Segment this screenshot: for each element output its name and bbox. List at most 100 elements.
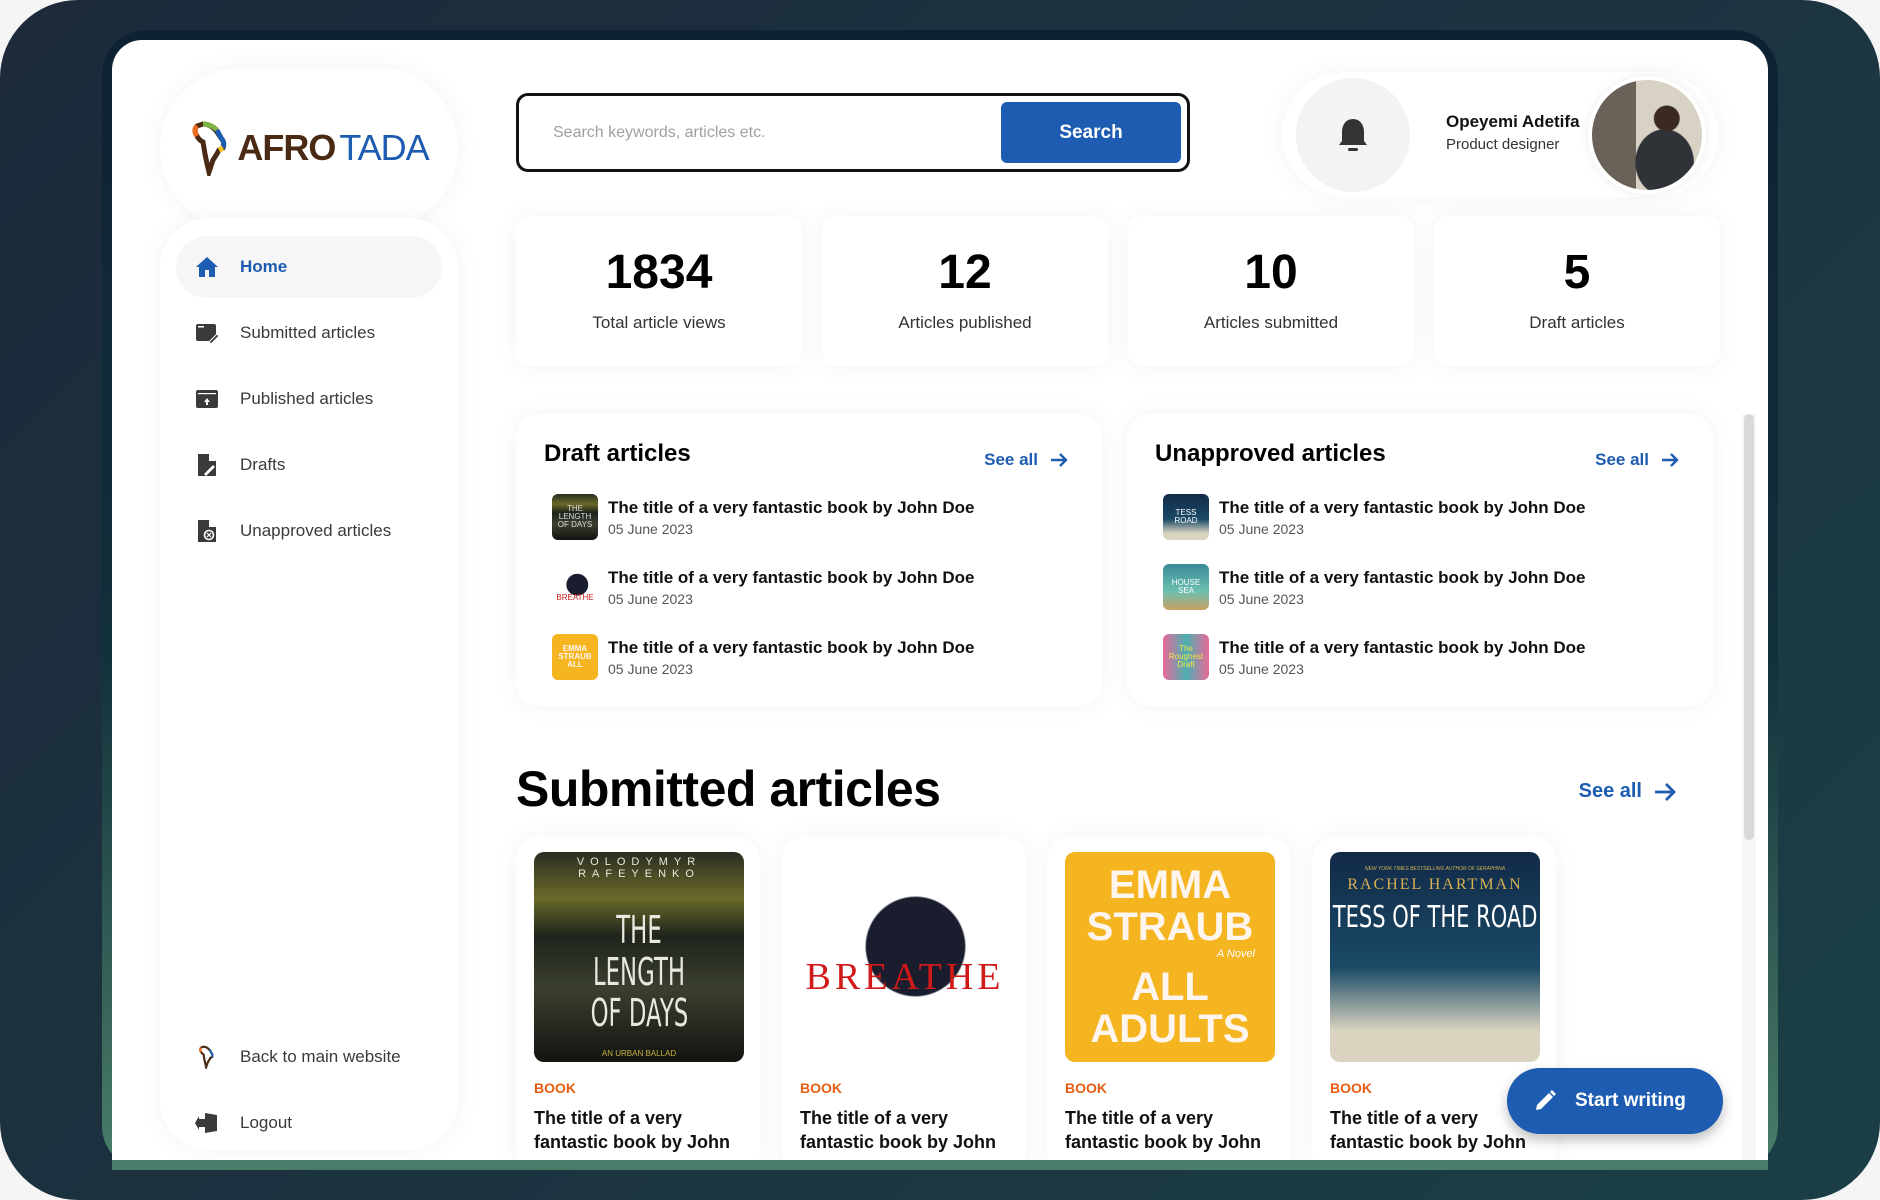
scrollbar-thumb[interactable] <box>1744 414 1754 840</box>
item-date: 05 June 2023 <box>608 590 693 607</box>
cover-title: BREATHE <box>805 956 1005 998</box>
cover-author: RACHEL HARTMAN <box>1347 876 1523 893</box>
list-item[interactable]: TESS ROAD The title of a very fantastic … <box>1163 492 1683 542</box>
logout-icon <box>194 1110 220 1136</box>
stat-label: Draft articles <box>1529 313 1625 332</box>
stat-value: 5 <box>1563 246 1591 299</box>
see-all-label: See all <box>984 450 1038 469</box>
book-title: The title of a very fantastic book by Jo… <box>1065 1108 1262 1152</box>
device-bezel-bottom <box>112 1160 1768 1170</box>
book-cover: BREATHE <box>800 852 1010 1062</box>
sidebar-item-logout[interactable]: Logout <box>176 1092 442 1154</box>
drafts-icon <box>194 452 220 478</box>
stat-label: Articles published <box>898 313 1032 332</box>
afro-tada-logo-icon <box>194 1044 220 1070</box>
sidebar-item-back-to-main-website[interactable]: Back to main website <box>176 1026 442 1088</box>
brand-name-afro: AFRO <box>237 127 336 168</box>
panel-title: Unapproved articles <box>1155 440 1386 467</box>
cover-blurb: NEW YORK TIMES BESTSELLING AUTHOR OF SER… <box>1364 866 1506 872</box>
cover-author: VOLODYMYR RAFEYENKO <box>576 855 702 880</box>
book-cover-thumbnail: THE LENGTH OF DAYS <box>552 494 598 540</box>
book-cover-thumbnail: The Roughest Draft <box>1163 634 1209 680</box>
search-input[interactable] <box>553 123 1001 142</box>
see-all-submitted-link[interactable]: See all <box>1579 780 1676 803</box>
profile-card: Opeyemi Adetifa Product designer <box>1282 72 1718 197</box>
stat-value: 12 <box>938 246 992 299</box>
book-card[interactable]: EMMA STRAUB A Novel ALL ADULTS BOOK The … <box>1047 836 1291 1160</box>
item-date: 05 June 2023 <box>608 520 693 537</box>
see-all-label: See all <box>1595 450 1649 469</box>
item-date: 05 June 2023 <box>608 660 693 677</box>
book-cover: VOLODYMYR RAFEYENKO THE LENGTH OF DAYS A… <box>534 852 744 1062</box>
app-screen: AFRO TADA Home Submitted articles Publis… <box>112 40 1768 1160</box>
list-item[interactable]: The Roughest Draft The title of a very fan… <box>1163 632 1683 682</box>
book-card[interactable]: BREATHE BOOK The title of a very fantast… <box>782 836 1026 1160</box>
cover-title: OF DAYS <box>590 991 688 1036</box>
sidebar-item-submitted-articles[interactable]: Submitted articles <box>176 302 442 364</box>
book-title: The title of a very fantastic book by Jo… <box>800 1108 997 1152</box>
logo-card[interactable]: AFRO TADA <box>160 68 458 228</box>
stat-card-total-views: 1834 Total article views <box>516 216 802 366</box>
avatar[interactable] <box>1588 76 1706 194</box>
book-tag: BOOK <box>1330 1080 1372 1096</box>
sidebar-item-label: Home <box>240 257 288 276</box>
list-item[interactable]: BREATHE The title of a very fantastic bo… <box>552 562 1072 612</box>
arrow-right-icon <box>1655 782 1676 801</box>
notifications-button[interactable] <box>1296 78 1410 192</box>
home-icon <box>194 254 220 280</box>
book-tag: BOOK <box>800 1080 842 1096</box>
see-all-unapproved-link[interactable]: See all <box>1595 450 1679 470</box>
item-title: The title of a very fantastic book by Jo… <box>1219 567 1586 587</box>
sidebar-item-label: Drafts <box>240 455 286 474</box>
stat-card-articles-submitted: 10 Articles submitted <box>1128 216 1414 366</box>
item-title: The title of a very fantastic book by Jo… <box>608 637 975 657</box>
book-cover-thumbnail: TESS ROAD <box>1163 494 1209 540</box>
unapproved-articles-panel: Unapproved articles See all TESS ROAD Th… <box>1127 414 1713 706</box>
book-card[interactable]: VOLODYMYR RAFEYENKO THE LENGTH OF DAYS A… <box>516 836 760 1160</box>
section-title: Submitted articles <box>516 761 941 817</box>
sidebar-item-published-articles[interactable]: Published articles <box>176 368 442 430</box>
item-title: The title of a very fantastic book by Jo… <box>1219 497 1586 517</box>
brand-name-tada: TADA <box>339 127 429 168</box>
list-item[interactable]: HOUSE SEA The title of a very fantastic b… <box>1163 562 1683 612</box>
sidebar-item-unapproved-articles[interactable]: Unapproved articles <box>176 500 442 562</box>
published-articles-icon <box>194 386 220 412</box>
see-all-drafts-link[interactable]: See all <box>984 450 1068 470</box>
sidebar-item-drafts[interactable]: Drafts <box>176 434 442 496</box>
stat-card-articles-published: 12 Articles published <box>822 216 1108 366</box>
start-writing-button[interactable]: Start writing <box>1507 1068 1723 1134</box>
book-cover: EMMA STRAUB A Novel ALL ADULTS <box>1065 852 1275 1062</box>
unapproved-articles-icon <box>194 518 220 544</box>
cover-title: ALL <box>1131 965 1209 1009</box>
list-item[interactable]: THE LENGTH OF DAYS The title of a very fa… <box>552 492 1072 542</box>
book-cover-thumbnail: EMMA STRAUB ALL <box>552 634 598 680</box>
item-title: The title of a very fantastic book by Jo… <box>608 567 975 587</box>
bell-icon <box>1339 119 1367 151</box>
cover-subtitle: A Novel <box>1216 948 1255 960</box>
sidebar-item-label: Logout <box>240 1113 292 1132</box>
sidebar-item-label: Back to main website <box>240 1047 401 1066</box>
stat-value: 1834 <box>605 246 713 299</box>
africa-map-icon <box>192 121 227 176</box>
book-cover: NEW YORK TIMES BESTSELLING AUTHOR OF SER… <box>1330 852 1540 1062</box>
list-item[interactable]: EMMA STRAUB ALL The title of a very fantas… <box>552 632 1072 682</box>
start-writing-label: Start writing <box>1575 1090 1686 1111</box>
item-date: 05 June 2023 <box>1219 660 1304 677</box>
item-date: 05 June 2023 <box>1219 520 1304 537</box>
book-tag: BOOK <box>1065 1080 1107 1096</box>
book-cover-thumbnail: BREATHE <box>552 564 598 610</box>
sidebar-item-label: Unapproved articles <box>240 521 392 540</box>
user-role: Product designer <box>1446 136 1560 153</box>
item-title: The title of a very fantastic book by Jo… <box>1219 637 1586 657</box>
book-title: The title of a very fantastic book by Jo… <box>534 1108 731 1152</box>
stat-label: Total article views <box>592 313 726 332</box>
item-date: 05 June 2023 <box>1219 590 1304 607</box>
search-bar: Search <box>516 93 1190 172</box>
search-button[interactable]: Search <box>1001 102 1181 163</box>
sidebar-item-label: Published articles <box>240 389 374 408</box>
brand-logo[interactable]: AFRO TADA <box>189 120 430 176</box>
stat-card-draft-articles: 5 Draft articles <box>1434 216 1720 366</box>
cover-title: THE LENGTH <box>592 907 686 994</box>
submitted-articles-icon <box>194 320 220 346</box>
sidebar-item-home[interactable]: Home <box>176 236 442 298</box>
